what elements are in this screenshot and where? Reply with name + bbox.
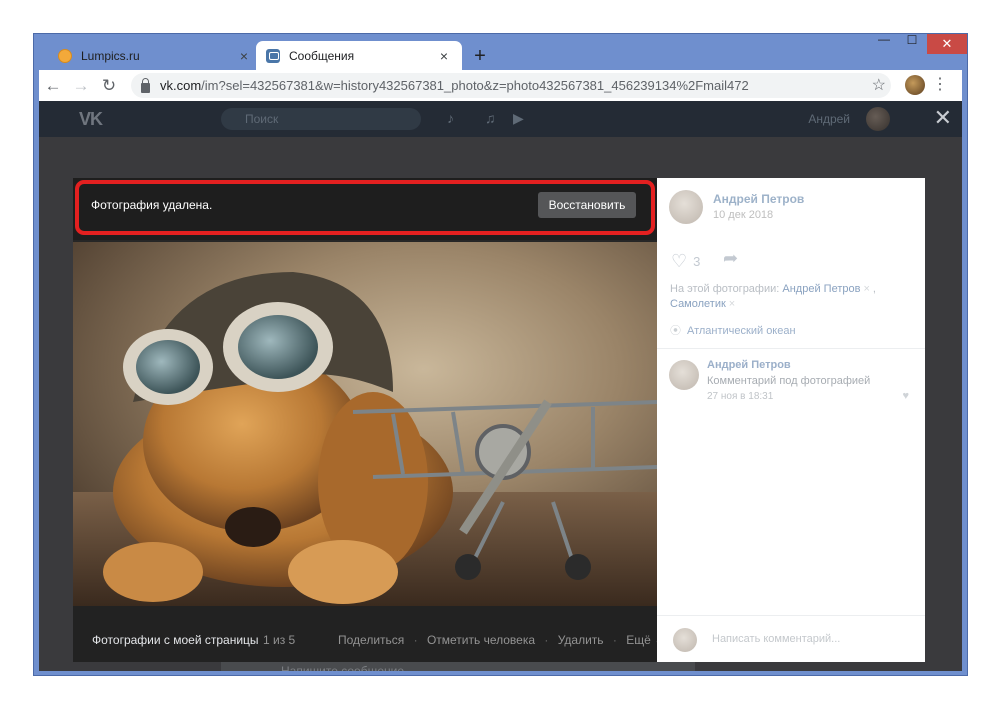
back-button[interactable]: ← bbox=[39, 76, 67, 96]
plane-wheel-left bbox=[455, 554, 481, 580]
tag-remove-icon[interactable]: × bbox=[863, 283, 869, 295]
photo-counter: 1 из 5 bbox=[263, 633, 296, 647]
tags-prefix: На этой фотографии: bbox=[670, 283, 780, 295]
photo-viewer: Фотография удалена. Восстановить Фотогра… bbox=[73, 178, 925, 662]
tag-comma: , bbox=[872, 283, 876, 295]
minimize-button[interactable]: — bbox=[869, 32, 899, 52]
bookmark-star-icon[interactable]: ☆ bbox=[872, 75, 886, 95]
play-icon[interactable]: ▶ bbox=[513, 110, 524, 127]
comment-like-heart-icon[interactable]: ♥ bbox=[902, 390, 909, 402]
vk-messages-favicon-icon bbox=[266, 48, 280, 63]
photo-image[interactable] bbox=[73, 242, 657, 606]
share-arrow-icon[interactable]: ➦ bbox=[723, 248, 738, 269]
post-date: 10 дек 2018 bbox=[713, 209, 774, 221]
photo-sidebar: Андрей Петров 10 дек 2018 ♡ 3 ➦ На этой … bbox=[657, 178, 925, 662]
url-domain: vk.com bbox=[160, 78, 202, 93]
comment-date[interactable]: 27 ноя в 18:31 bbox=[707, 391, 773, 402]
reload-button[interactable]: ↻ bbox=[95, 76, 123, 96]
maximize-button[interactable]: ☐ bbox=[897, 33, 927, 53]
tag-person-link[interactable]: Отметить человека bbox=[427, 633, 535, 647]
vk-search-input[interactable]: Поиск bbox=[221, 108, 421, 130]
window-close-button[interactable]: ✕ bbox=[927, 34, 967, 54]
location-pin-icon: ⦿ bbox=[670, 325, 681, 337]
dog-nose bbox=[225, 507, 281, 547]
action-separator: · bbox=[612, 633, 617, 647]
tag-link-person[interactable]: Андрей Петров bbox=[782, 283, 860, 295]
like-button[interactable]: ♡ 3 bbox=[671, 251, 700, 272]
music-note-icon[interactable]: ♫ bbox=[485, 110, 496, 126]
tab-title: Lumpics.ru bbox=[81, 48, 140, 63]
tab-close-icon[interactable]: × bbox=[236, 48, 252, 64]
album-name-link[interactable]: Фотографии с моей страницы bbox=[92, 633, 259, 647]
deleted-notice-bar: Фотография удалена. Восстановить bbox=[73, 178, 657, 240]
goggle-left-lens bbox=[136, 340, 200, 394]
vk-logo[interactable]: VK bbox=[79, 109, 103, 130]
header-avatar[interactable] bbox=[866, 107, 890, 131]
photo-footer: Фотографии с моей страницы 1 из 5 Подели… bbox=[73, 606, 664, 662]
photo-area: Фотография удалена. Восстановить Фотогра… bbox=[73, 178, 664, 662]
likes-count: 3 bbox=[693, 254, 701, 269]
vk-page: VK Поиск ♪ ♫ ▶ Андрей ✕ Напишите сообщен… bbox=[39, 101, 962, 671]
browser-window: Lumpics.ru × Сообщения × + — ☐ ✕ ← → ↻ v… bbox=[33, 32, 968, 676]
divider bbox=[657, 615, 925, 616]
tab-lumpics[interactable]: Lumpics.ru × bbox=[48, 41, 262, 70]
new-tab-button[interactable]: + bbox=[470, 45, 490, 68]
footer-actions: Поделиться · Отметить человека · Удалить… bbox=[338, 633, 664, 647]
address-bar[interactable]: vk.com/im?sel=432567381&w=history4325673… bbox=[131, 73, 891, 98]
action-separator: · bbox=[413, 633, 418, 647]
header-user-name[interactable]: Андрей bbox=[808, 112, 850, 126]
lock-icon bbox=[141, 77, 150, 93]
tag-remove-icon[interactable]: × bbox=[729, 298, 735, 310]
restore-button[interactable]: Восстановить bbox=[538, 192, 636, 218]
tab-close-icon[interactable]: × bbox=[436, 48, 452, 64]
plane-wheel-right bbox=[565, 554, 591, 580]
author-name-link[interactable]: Андрей Петров bbox=[713, 192, 804, 206]
notifications-bell-icon[interactable]: ♪ bbox=[447, 110, 454, 126]
commenter-avatar[interactable] bbox=[669, 360, 699, 390]
share-link[interactable]: Поделиться bbox=[338, 633, 404, 647]
tab-strip: Lumpics.ru × Сообщения × + — ☐ ✕ bbox=[34, 32, 967, 70]
browser-menu-icon[interactable]: ⋮ bbox=[932, 74, 948, 94]
tab-title: Сообщения bbox=[289, 48, 355, 63]
goggle-right-lens bbox=[238, 315, 318, 379]
forward-button[interactable]: → bbox=[67, 76, 95, 96]
photo-place[interactable]: ⦿ Атлантический океан bbox=[670, 322, 796, 338]
deleted-message: Фотография удалена. bbox=[91, 198, 213, 212]
dog-paw-left bbox=[103, 542, 203, 602]
photo-tags: На этой фотографии: Андрей Петров ×, Само… bbox=[670, 282, 915, 312]
action-separator: · bbox=[544, 633, 549, 647]
comment-author-link[interactable]: Андрей Петров bbox=[707, 359, 791, 371]
profile-avatar[interactable] bbox=[905, 75, 925, 95]
comment-input[interactable]: Написать комментарий... bbox=[712, 633, 840, 645]
tab-messages[interactable]: Сообщения × bbox=[256, 41, 462, 70]
vk-header: VK Поиск ♪ ♫ ▶ Андрей bbox=[39, 101, 962, 137]
viewer-close-button[interactable]: ✕ bbox=[934, 106, 952, 130]
dog-paw-right bbox=[288, 540, 398, 604]
place-name: Атлантический океан bbox=[687, 325, 796, 337]
delete-link[interactable]: Удалить bbox=[558, 633, 604, 647]
lumpics-favicon-icon bbox=[58, 48, 72, 63]
url-path: /im?sel=432567381&w=history432567381_pho… bbox=[201, 78, 749, 93]
divider bbox=[657, 348, 925, 349]
comment-text: Комментарий под фотографией bbox=[707, 375, 871, 387]
tag-link-plane[interactable]: Самолетик bbox=[670, 298, 726, 310]
author-avatar[interactable] bbox=[669, 190, 703, 224]
my-avatar bbox=[673, 628, 697, 652]
heart-icon: ♡ bbox=[671, 251, 688, 271]
browser-toolbar: ← → ↻ vk.com/im?sel=432567381&w=history4… bbox=[39, 70, 962, 101]
